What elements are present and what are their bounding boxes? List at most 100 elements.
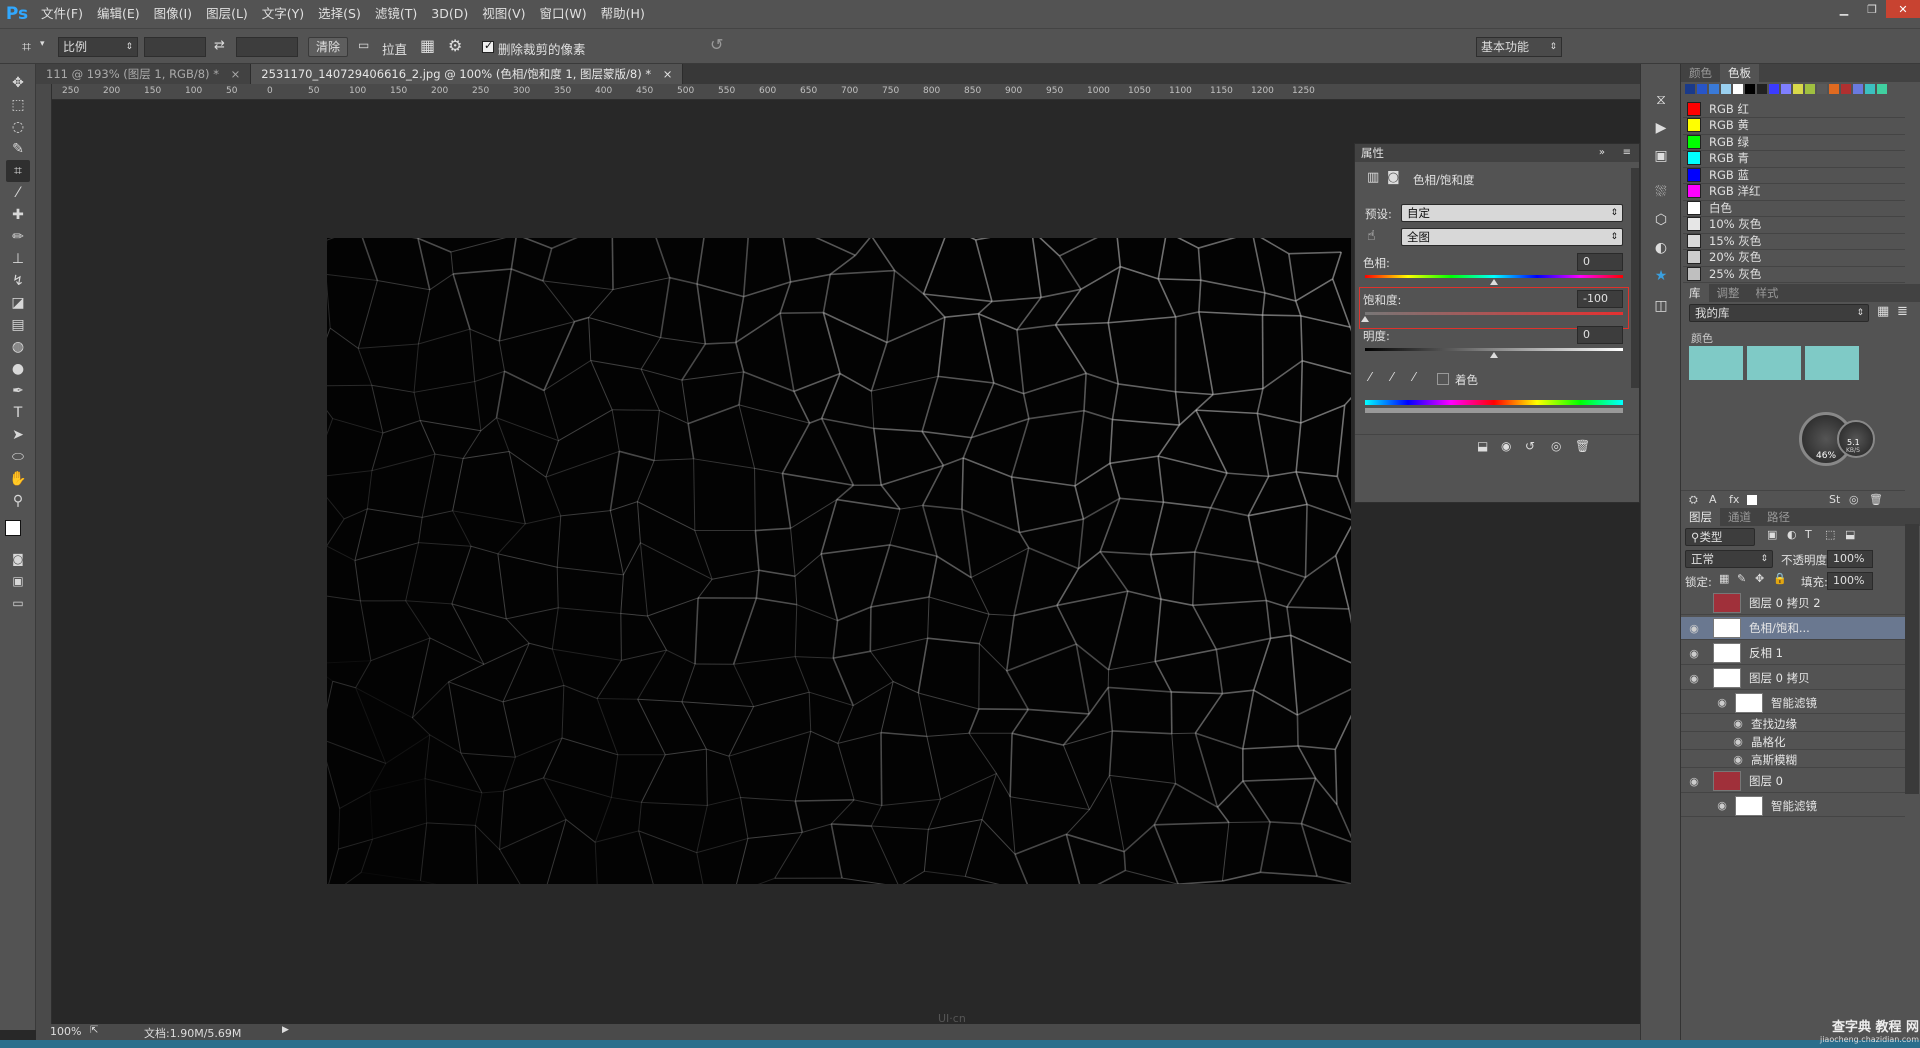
- layer-row[interactable]: ◉ 图层 0: [1681, 770, 1905, 793]
- visibility-eye-icon[interactable]: ◎: [1551, 439, 1561, 453]
- tab-layers[interactable]: 图层: [1681, 508, 1720, 526]
- ratio-select[interactable]: 比例 ⇕: [58, 37, 138, 57]
- eraser-tool-icon[interactable]: ◪: [6, 292, 30, 314]
- menu-edit[interactable]: 编辑(E): [90, 0, 147, 28]
- swatch-chip[interactable]: [1865, 84, 1875, 94]
- marquee-tool-icon[interactable]: ⬚: [6, 94, 30, 116]
- library-color-swatch[interactable]: [1689, 346, 1743, 380]
- smart-filters-row[interactable]: ◉ 智能滤镜: [1681, 692, 1905, 714]
- hue-slider-thumb[interactable]: [1490, 279, 1498, 285]
- screen-mode-icon[interactable]: ▣: [6, 570, 30, 592]
- swatch-item[interactable]: 15% 灰色: [1683, 232, 1905, 250]
- swap-icon[interactable]: ⇄: [214, 38, 225, 53]
- swatch-chip[interactable]: [1697, 84, 1707, 94]
- clip-to-layer-icon[interactable]: ⬓: [1477, 439, 1488, 453]
- play-arrow-icon[interactable]: ▶: [282, 1025, 289, 1035]
- blend-mode-select[interactable]: 正常 ⇕: [1685, 550, 1773, 568]
- quick-select-tool-icon[interactable]: ✎: [6, 138, 30, 160]
- delete-cropped-checkbox[interactable]: [482, 39, 494, 53]
- lock-position-icon[interactable]: ✥: [1755, 572, 1764, 585]
- tab-swatches[interactable]: 色板: [1720, 64, 1759, 82]
- view-previous-icon[interactable]: ◉: [1501, 439, 1511, 453]
- swatch-item[interactable]: RGB 洋红: [1683, 183, 1905, 201]
- opacity-input[interactable]: 100%: [1827, 550, 1873, 568]
- visibility-eye-icon[interactable]: ◉: [1729, 753, 1747, 766]
- zoom-tool-icon[interactable]: ⚲: [6, 490, 30, 512]
- visibility-eye-icon[interactable]: ◉: [1685, 647, 1703, 660]
- swatch-item[interactable]: RGB 青: [1683, 150, 1905, 168]
- visibility-eye-icon[interactable]: ◉: [1685, 672, 1703, 685]
- swatch-chip[interactable]: [1841, 84, 1851, 94]
- healing-brush-tool-icon[interactable]: ✚: [6, 204, 30, 226]
- trash-icon[interactable]: 🗑: [1869, 493, 1883, 506]
- minimize-button[interactable]: ▁: [1830, 0, 1858, 18]
- adjustments-icon[interactable]: ◫: [1651, 298, 1671, 318]
- lock-pixels-icon[interactable]: ▦: [1719, 572, 1729, 585]
- swatch-chip[interactable]: [1709, 84, 1719, 94]
- tab-library[interactable]: 库: [1681, 284, 1709, 302]
- grid-overlay-icon[interactable]: ▦: [420, 36, 435, 55]
- width-field[interactable]: [144, 37, 206, 57]
- library-color-swatch[interactable]: [1747, 346, 1801, 380]
- visibility-eye-icon[interactable]: ◉: [1685, 622, 1703, 635]
- swatch-item[interactable]: RGB 黄: [1683, 117, 1905, 135]
- document-image[interactable]: [327, 238, 1351, 884]
- gradient-tool-icon[interactable]: ▤: [6, 314, 30, 336]
- smart-filter-row[interactable]: ◉ 高斯模糊: [1681, 752, 1905, 768]
- menu-window[interactable]: 窗口(W): [533, 0, 594, 28]
- workspace-select[interactable]: 基本功能 ⇕: [1476, 37, 1562, 57]
- lightness-slider-thumb[interactable]: [1490, 352, 1498, 358]
- swatch-chip[interactable]: [1829, 84, 1839, 94]
- gear-icon[interactable]: ⚙: [448, 36, 462, 55]
- dodge-tool-icon[interactable]: ●: [6, 358, 30, 380]
- swatch-item[interactable]: RGB 红: [1683, 100, 1905, 118]
- crop-tool-icon[interactable]: ⌗: [6, 160, 30, 182]
- layer-row[interactable]: ◉ 反相 1: [1681, 642, 1905, 665]
- library-color-swatch[interactable]: [1805, 346, 1859, 380]
- eyedropper-plus-icon[interactable]: ⁄: [1391, 370, 1393, 384]
- menu-layer[interactable]: 图层(L): [199, 0, 255, 28]
- fill-input[interactable]: 100%: [1827, 572, 1873, 590]
- swatch-item[interactable]: 白色: [1683, 199, 1905, 217]
- visibility-eye-icon[interactable]: ◉: [1729, 717, 1747, 730]
- targeted-adjust-hand-icon[interactable]: ☝: [1367, 228, 1376, 244]
- preset-select[interactable]: 自定 ⇕: [1401, 204, 1623, 222]
- saturation-slider-track[interactable]: [1365, 312, 1623, 315]
- hue-slider-track[interactable]: [1365, 275, 1623, 278]
- brush-presets-icon[interactable]: ⛆: [1651, 184, 1671, 204]
- swatch-item[interactable]: 20% 灰色: [1683, 249, 1905, 267]
- swatch-strip[interactable]: [1685, 84, 1905, 96]
- close-button[interactable]: ✕: [1886, 0, 1920, 18]
- lasso-tool-icon[interactable]: ◌: [6, 116, 30, 138]
- tab-channels[interactable]: 通道: [1720, 508, 1759, 526]
- filter-adjustment-icon[interactable]: ◐: [1787, 528, 1797, 541]
- foreground-color-swatch[interactable]: [5, 520, 21, 536]
- smart-filter-row[interactable]: ◉ 晶格化: [1681, 734, 1905, 750]
- hand-tool-icon[interactable]: ✋: [6, 468, 30, 490]
- swatch-item[interactable]: RGB 蓝: [1683, 166, 1905, 184]
- tab-adjustments[interactable]: 调整: [1709, 284, 1748, 302]
- swatch-item[interactable]: RGB 绿: [1683, 133, 1905, 151]
- add-character-style-icon[interactable]: A: [1709, 493, 1717, 506]
- filter-shape-icon[interactable]: ⬚: [1825, 528, 1835, 541]
- filter-smart-object-icon[interactable]: ⬓: [1845, 528, 1855, 541]
- range-select[interactable]: 全图 ⇕: [1401, 228, 1623, 246]
- add-graphic-icon[interactable]: ⛭: [1689, 493, 1698, 507]
- tab-close-icon[interactable]: ×: [231, 67, 241, 81]
- star-icon[interactable]: ★: [1651, 268, 1671, 288]
- swatch-chip[interactable]: [1781, 84, 1791, 94]
- clear-button[interactable]: 清除: [308, 37, 348, 57]
- tab-styles[interactable]: 样式: [1748, 284, 1787, 302]
- ellipse-tool-icon[interactable]: ⬭: [6, 446, 30, 468]
- lightness-input[interactable]: 0: [1577, 326, 1623, 344]
- sync-icon[interactable]: ◎: [1849, 493, 1859, 506]
- collapse-icon[interactable]: »: [1599, 144, 1605, 162]
- swatch-item[interactable]: 10% 灰色: [1683, 216, 1905, 234]
- stock-icon[interactable]: St: [1829, 493, 1840, 506]
- type-tool-icon[interactable]: T: [6, 402, 30, 424]
- layer-row[interactable]: ◉ 图层 0 拷贝: [1681, 667, 1905, 690]
- saturation-input[interactable]: -100: [1577, 290, 1623, 308]
- swatch-item[interactable]: 25% 灰色: [1683, 265, 1905, 283]
- lock-paint-icon[interactable]: ✎: [1737, 572, 1746, 585]
- swatch-chip[interactable]: [1733, 84, 1743, 94]
